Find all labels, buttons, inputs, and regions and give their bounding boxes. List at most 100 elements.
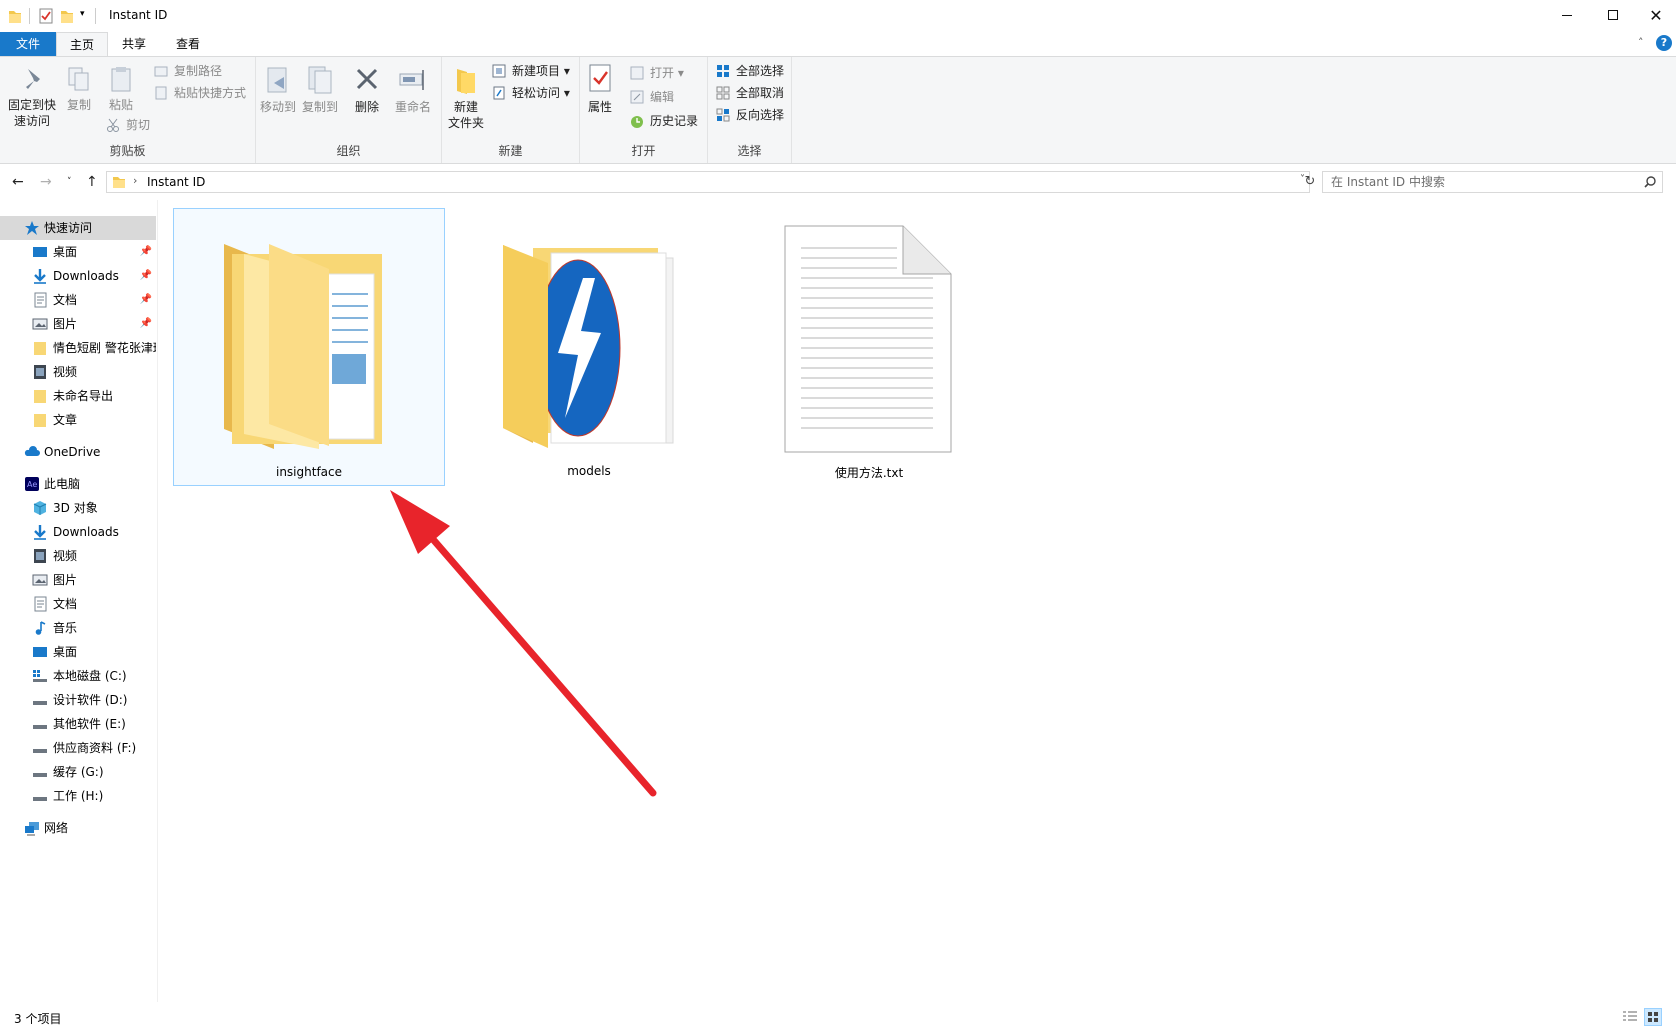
breadcrumb-current[interactable]: Instant ID [147, 175, 205, 189]
up-arrow-icon[interactable]: ↑ [86, 174, 98, 190]
sidebar-item-drive-g[interactable]: 缓存 (G:) [0, 760, 156, 784]
sidebar-item-drive-c[interactable]: 本地磁盘 (C:) [0, 664, 156, 688]
tab-home[interactable]: 主页 [56, 32, 108, 56]
rename-icon [399, 70, 424, 90]
move-to-icon [267, 67, 287, 93]
paste-button[interactable]: 粘贴 [104, 65, 138, 113]
pin-quick-access-button[interactable]: 固定到快 速访问 [4, 65, 60, 129]
cube-icon [33, 501, 47, 515]
invert-selection-icon [716, 108, 730, 122]
folder-icon [34, 414, 46, 427]
copy-path-button[interactable]: 复制路径 [152, 61, 222, 81]
breadcrumb-separator-icon[interactable]: › [133, 174, 137, 187]
document-icon [34, 292, 47, 308]
search-input[interactable]: 在 Instant ID 中搜索 [1322, 171, 1663, 193]
history-button[interactable]: 历史记录 [628, 111, 698, 131]
sidebar-item-downloads[interactable]: Downloads 📌 [0, 264, 156, 288]
paste-shortcut-button[interactable]: 粘贴快捷方式 [152, 83, 246, 103]
sidebar-item-videos[interactable]: 视频 [0, 544, 156, 568]
sidebar-item-downloads[interactable]: Downloads [0, 520, 156, 544]
large-icons-view-icon[interactable] [1644, 1008, 1662, 1026]
ribbon-tabs: 文件 主页 共享 查看 ˄ ? [0, 32, 1676, 56]
sidebar-item-music[interactable]: 音乐 [0, 616, 156, 640]
select-none-button[interactable]: 全部取消 [714, 83, 784, 103]
file-name[interactable]: 使用方法.txt [733, 464, 1005, 481]
recent-locations-chevron-icon[interactable]: ˅ [67, 177, 72, 187]
sidebar-item-desktop[interactable]: 桌面 📌 [0, 240, 156, 264]
properties-icon[interactable] [38, 7, 54, 25]
rename-button[interactable]: 重命名 [392, 65, 434, 115]
sidebar-item-drive-h[interactable]: 工作 (H:) [0, 784, 156, 808]
invert-selection-button[interactable]: 反向选择 [714, 105, 784, 125]
pin-icon [26, 69, 40, 89]
sidebar-item-videos[interactable]: 视频 [0, 360, 156, 384]
pin-icon[interactable]: 📌 [140, 288, 152, 312]
tab-view[interactable]: 查看 [164, 32, 212, 56]
easy-access-button[interactable]: 轻松访问 ▾ [490, 83, 570, 103]
sidebar-item-quick-access[interactable]: 快速访问 [0, 216, 156, 240]
sidebar-item-drive-e[interactable]: 其他软件 (E:) [0, 712, 156, 736]
sidebar-item-drive-f[interactable]: 供应商资料 (F:) [0, 736, 156, 760]
close-button[interactable]: ✕ [1636, 0, 1676, 30]
select-all-button[interactable]: 全部选择 [714, 61, 784, 81]
sidebar-item-documents[interactable]: 文档 [0, 592, 156, 616]
search-icon [1644, 176, 1656, 188]
address-input[interactable]: › Instant ID ˅ [106, 171, 1310, 193]
maximize-button[interactable] [1590, 0, 1636, 30]
pin-icon[interactable]: 📌 [140, 240, 152, 264]
file-name[interactable]: models [453, 464, 725, 478]
refresh-icon[interactable]: ↻ [1300, 172, 1320, 192]
pin-icon[interactable]: 📌 [140, 264, 152, 288]
move-to-button[interactable]: 移动到 [258, 65, 298, 115]
sidebar-item-folder[interactable]: 未命名导出 [0, 384, 156, 408]
edit-icon [630, 90, 644, 104]
cloud-icon [24, 446, 40, 456]
help-icon[interactable]: ? [1656, 35, 1672, 51]
sidebar-item-documents[interactable]: 文档 📌 [0, 288, 156, 312]
new-item-button[interactable]: 新建项目 ▾ [490, 61, 570, 81]
new-folder-icon[interactable] [60, 7, 74, 25]
tab-file[interactable]: 文件 [0, 32, 56, 56]
sidebar-item-drive-d[interactable]: 设计软件 (D:) [0, 688, 156, 712]
back-arrow-icon[interactable]: ← [12, 174, 24, 190]
minimize-button[interactable] [1544, 0, 1590, 30]
customize-toolbar-chevron-icon[interactable]: ▾ [80, 9, 85, 19]
sidebar-item-onedrive[interactable]: OneDrive [0, 440, 156, 464]
group-label-clipboard: 剪贴板 [109, 144, 146, 158]
cut-button[interactable]: 剪切 [104, 115, 150, 135]
video-icon [34, 549, 46, 563]
file-item-folder[interactable]: insightface [173, 208, 445, 486]
sidebar-item-folder[interactable]: 情色短剧 警花张津瑜 [0, 336, 156, 360]
new-folder-button[interactable]: 新建 文件夹 [448, 65, 484, 131]
download-arrow-icon [34, 269, 46, 284]
file-name[interactable]: insightface [174, 465, 444, 479]
sidebar-item-this-pc[interactable]: Ae 此电脑 [0, 472, 156, 496]
group-open: 属性 打开 ▾ 编辑 历史记录 打开 [580, 57, 708, 163]
sidebar-item-pictures[interactable]: 图片 [0, 568, 156, 592]
rename-label: 重命名 [394, 100, 431, 114]
file-item-folder[interactable]: models [453, 208, 725, 486]
sidebar-item-3d-objects[interactable]: 3D 对象 [0, 496, 156, 520]
details-view-icon[interactable] [1622, 1010, 1638, 1024]
tab-share[interactable]: 共享 [110, 32, 158, 56]
properties-button[interactable]: 属性 [584, 63, 616, 115]
sidebar-item-pictures[interactable]: 图片 📌 [0, 312, 156, 336]
sidebar-item-folder[interactable]: 文章 [0, 408, 156, 432]
open-button[interactable]: 打开 ▾ [628, 63, 684, 83]
collapse-ribbon-chevron-icon[interactable]: ˄ [1638, 36, 1644, 49]
desktop-icon [33, 247, 47, 257]
edit-button[interactable]: 编辑 [628, 87, 674, 107]
sidebar-item-desktop[interactable]: 桌面 [0, 640, 156, 664]
pin-icon[interactable]: 📌 [140, 312, 152, 336]
copy-button[interactable]: 复制 [62, 65, 96, 113]
text-file-icon [784, 225, 952, 453]
system-drive-icon [33, 670, 47, 682]
window-title: Instant ID [109, 8, 168, 22]
file-item-text[interactable]: 使用方法.txt [733, 208, 1005, 486]
delete-button[interactable]: 删除 [350, 65, 384, 115]
forward-arrow-icon[interactable]: → [40, 174, 52, 190]
select-all-icon [717, 65, 729, 77]
copy-to-button[interactable]: 复制到 [300, 65, 340, 115]
sidebar-item-network[interactable]: 网络 [0, 816, 156, 840]
new-folder-label-1: 新建 [453, 100, 478, 114]
